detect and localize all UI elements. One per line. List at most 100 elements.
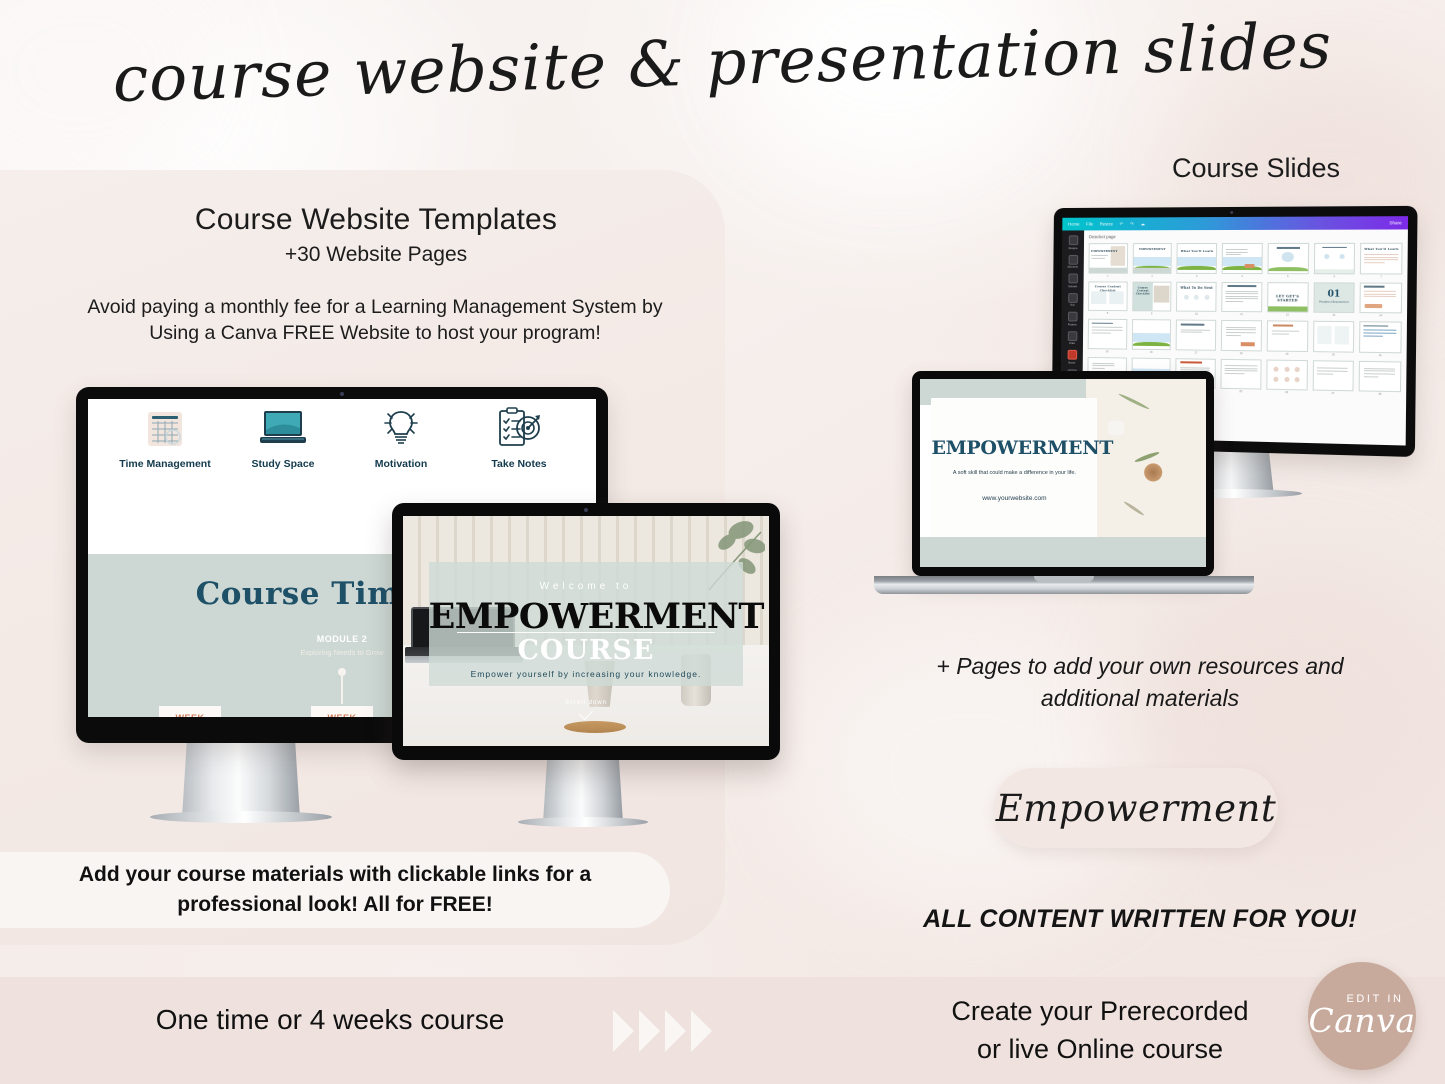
slide-thumbnail[interactable]: EMPOWERMENT: [1088, 243, 1128, 274]
slide-thumbnail-cell[interactable]: What To Do Next 10: [1176, 281, 1217, 316]
week-card[interactable]: WEEK 02: [311, 706, 373, 717]
slide-thumbnail-cell[interactable]: 17: [1176, 319, 1217, 355]
slide-thumbnail-cell[interactable]: 20: [1312, 320, 1355, 356]
slide-thumbnail[interactable]: EMPOWERMENT: [1132, 243, 1173, 274]
sugar-cube: [1107, 420, 1124, 435]
slide-thumbnail[interactable]: [1221, 281, 1263, 313]
slide-thumbnail[interactable]: [1267, 242, 1309, 274]
slide-thumbnail-cell[interactable]: 19: [1266, 320, 1308, 355]
slide-thumbnail[interactable]: What You'll Learn: [1360, 242, 1403, 275]
slide-thumbnail-cell[interactable]: 11: [1221, 281, 1263, 316]
canva-file-menu[interactable]: File: [1086, 222, 1093, 227]
slide-thumbnail-cell[interactable]: 4: [1221, 242, 1263, 278]
slide-thumbnail[interactable]: What You'll Learn: [1176, 243, 1218, 274]
slide-thumbnail[interactable]: [1220, 358, 1262, 390]
slide-thumbnail[interactable]: [1359, 321, 1402, 353]
website-description: Avoid paying a monthly fee for a Learnin…: [87, 296, 663, 344]
timeline-stem: [341, 672, 343, 704]
slide-thumbnail[interactable]: [1313, 242, 1356, 274]
thumb-grass: [1267, 306, 1308, 312]
chevron-right-icon: [639, 1010, 660, 1052]
thumb-icons: [1319, 253, 1351, 259]
canva-toolbar[interactable]: Home File Resize ↶ ↷ ☁ Share: [1062, 216, 1409, 231]
cloud-icon: [1140, 365, 1148, 369]
slide-thumbnail[interactable]: [1221, 242, 1263, 274]
slide-thumbnail[interactable]: [1176, 319, 1217, 351]
slide-thumbnail-cell[interactable]: 15: [1087, 318, 1128, 353]
slide-thumbnail[interactable]: LET GET'S STARTED: [1266, 281, 1309, 313]
slide-thumbnail-cell[interactable]: Course Content Checklist 8: [1088, 280, 1128, 315]
slide-thumbnail-cell[interactable]: 27: [1312, 359, 1355, 396]
slide-thumbnail[interactable]: 01 Principles of Empowerment: [1313, 281, 1355, 314]
sidebar-item-designs[interactable]: Designs: [1068, 235, 1078, 250]
slide-thumbnail[interactable]: [1266, 359, 1308, 391]
slide-thumbnail-cell[interactable]: 26: [1266, 359, 1308, 394]
slide-thumbnail-cell[interactable]: 25: [1220, 358, 1262, 393]
redo-icon[interactable]: ↷: [1130, 221, 1134, 227]
slide-thumbnail[interactable]: [1266, 320, 1308, 352]
nav-item-label: Study Space: [251, 458, 315, 470]
scroll-down-label[interactable]: Scroll down: [403, 700, 769, 706]
slide-number: 18: [1239, 351, 1243, 355]
slide-thumbnail[interactable]: [1087, 318, 1128, 350]
week-label: WEEK: [159, 713, 221, 717]
slide-thumbnail[interactable]: What To Do Next: [1176, 281, 1217, 312]
cloud-icon[interactable]: ☁: [1140, 221, 1144, 227]
slide-thumbnail-cell[interactable]: EMPOWERMENT 1: [1088, 243, 1128, 277]
slide-thumbnail[interactable]: [1220, 319, 1262, 352]
thumb-title: LET GET'S STARTED: [1276, 294, 1300, 303]
sidebar-item-projects[interactable]: Projects: [1067, 311, 1078, 326]
coffee-photo: [1085, 379, 1206, 552]
wooden-tray-prop: [564, 720, 627, 733]
page-title: course website & presentation slides: [111, 8, 1334, 117]
deselect-page-button[interactable]: Deselect page: [1089, 234, 1403, 239]
thumb-lines: [1364, 290, 1397, 299]
webcam-icon: [1229, 210, 1233, 214]
nav-item-motivation[interactable]: Motivation: [353, 405, 449, 470]
nav-item-take-notes[interactable]: Take Notes: [471, 405, 567, 470]
slide-thumbnail-cell[interactable]: What You'll Learn 7: [1360, 242, 1403, 278]
sidebar-item-draw[interactable]: Draw: [1067, 330, 1077, 345]
undo-icon[interactable]: ↶: [1120, 221, 1124, 227]
canva-badge-brand: Canva: [1308, 1000, 1416, 1040]
slide-thumbnail-cell[interactable]: 01 Principles of Empowerment 13: [1313, 281, 1355, 317]
slide-thumbnail-cell[interactable]: LET GET'S STARTED 12: [1266, 281, 1309, 317]
slide-thumbnail[interactable]: [1359, 282, 1403, 314]
slide-thumbnail-cell[interactable]: 6: [1313, 242, 1356, 278]
sidebar-item-uploads[interactable]: Uploads: [1067, 273, 1078, 288]
empowerment-pill-button[interactable]: Empowerment: [994, 768, 1278, 848]
slide-thumbnail-cell[interactable]: Course Content Checklist 9: [1131, 281, 1172, 315]
slide-thumbnail-cell[interactable]: EMPOWERMENT 2: [1132, 243, 1173, 277]
nav-item-study-space[interactable]: Study Space: [235, 405, 331, 470]
slide-thumbnail[interactable]: Course Content Checklist: [1088, 280, 1128, 312]
empowerment-slide-screen[interactable]: Welcome to EMPOWERMENT COURSE Empower yo…: [403, 516, 769, 746]
canva-home-button[interactable]: Home: [1068, 222, 1079, 227]
slide-thumbnail[interactable]: Course Content Checklist: [1131, 281, 1172, 312]
sidebar-item-text[interactable]: Text: [1067, 292, 1078, 307]
slide-thumbnail[interactable]: [1312, 359, 1355, 392]
thumb-grass: [1222, 265, 1262, 271]
thumb-sky: [1133, 256, 1172, 267]
canva-share-button[interactable]: Share: [1389, 220, 1402, 225]
week-card[interactable]: WEEK 01: [159, 706, 221, 717]
slide-thumbnail-cell[interactable]: 14: [1359, 282, 1403, 318]
slide-thumbnail-cell[interactable]: 5: [1267, 242, 1309, 278]
canva-resize-button[interactable]: Resize: [1100, 221, 1113, 226]
thumb-title-bar: [1179, 361, 1202, 364]
sidebar-item-elements[interactable]: Elements: [1068, 254, 1078, 269]
slide-thumbnail-cell[interactable]: What You'll Learn 3: [1176, 243, 1218, 277]
sprig-icon: [1134, 450, 1160, 464]
website-nav-row[interactable]: Time Management Study Space Motivation T…: [88, 405, 596, 470]
slide-thumbnail[interactable]: [1358, 360, 1402, 393]
slide-thumbnail-cell[interactable]: 16: [1131, 319, 1172, 354]
slide-thumbnail[interactable]: [1312, 320, 1355, 353]
slide-thumbnail-cell[interactable]: 28: [1358, 360, 1402, 396]
edit-in-canva-badge[interactable]: EDIT IN Canva: [1308, 962, 1416, 1070]
slide-thumbnail-cell[interactable]: 21: [1359, 321, 1402, 357]
nav-item-time-management[interactable]: Time Management: [117, 405, 213, 470]
elements-icon: [1068, 254, 1078, 265]
slide-thumbnail[interactable]: [1131, 319, 1172, 350]
slide-thumbnail-cell[interactable]: 18: [1220, 319, 1262, 355]
sidebar-item-brand[interactable]: Brand: [1067, 349, 1077, 364]
empowerment-pill-label: Empowerment: [995, 786, 1277, 830]
